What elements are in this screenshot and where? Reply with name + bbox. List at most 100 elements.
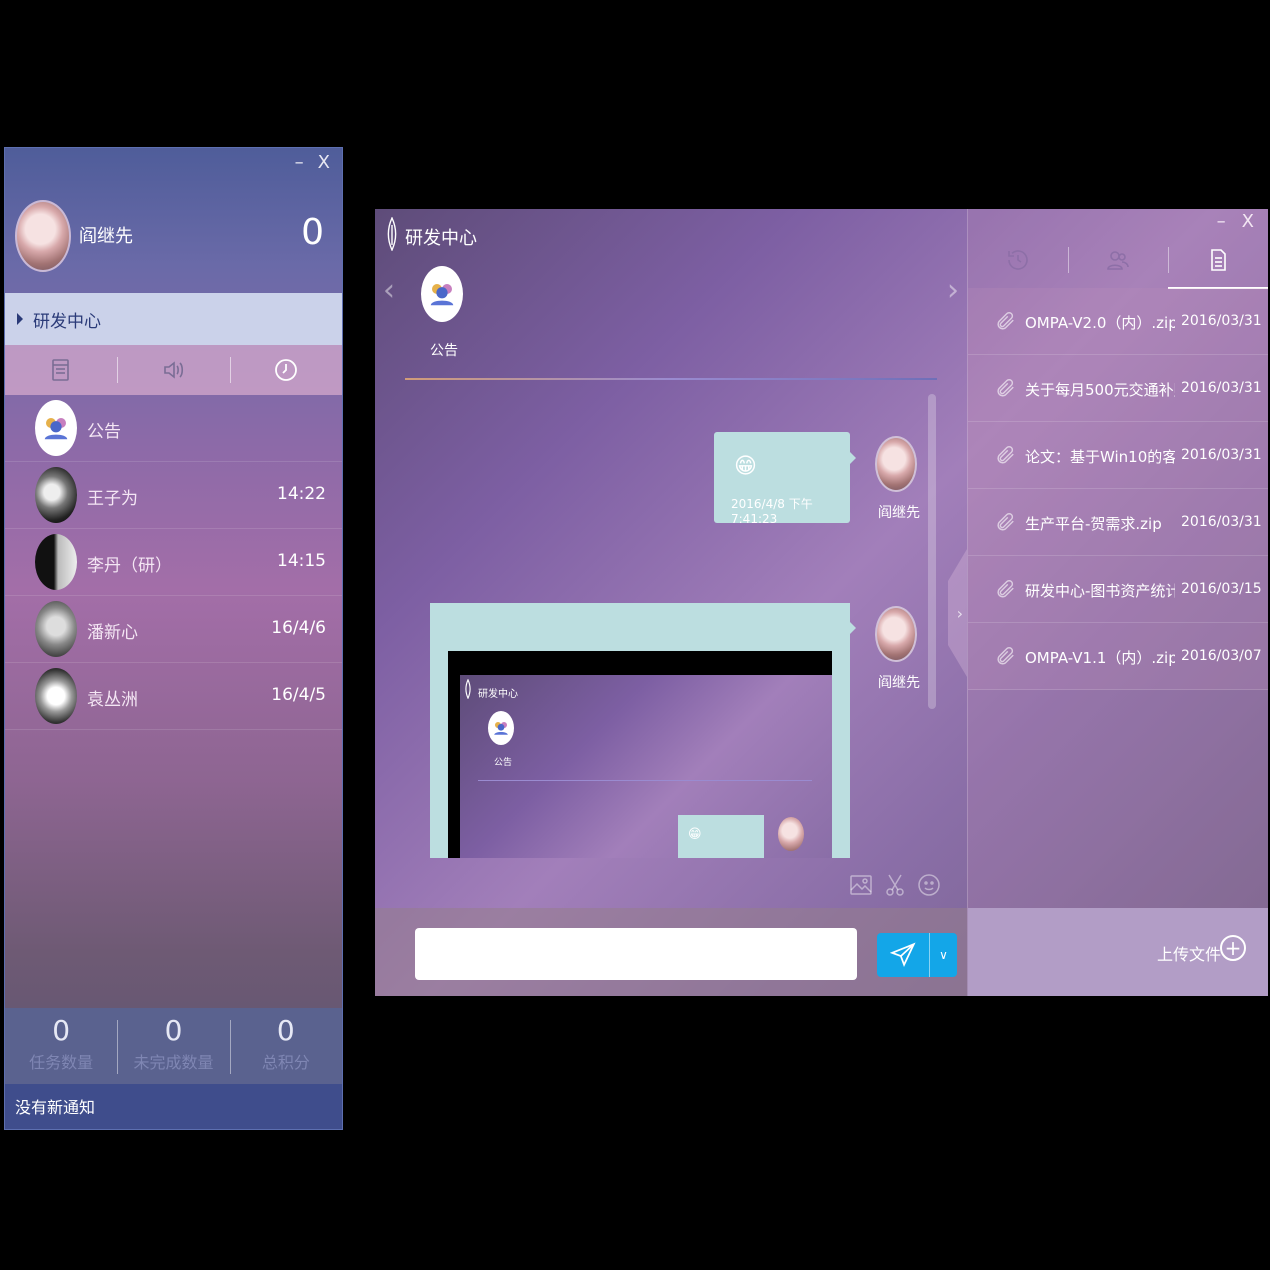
- side-tab-bar: [968, 231, 1268, 289]
- send-options-dropdown[interactable]: ∨: [929, 933, 957, 977]
- window-controls: – X: [1217, 211, 1254, 232]
- list-item[interactable]: 李丹（研） 14:15: [5, 529, 342, 596]
- stat-tasks[interactable]: 0 任务数量: [5, 1008, 117, 1084]
- file-name: 关于每月500元交通补贴...: [1025, 381, 1175, 399]
- file-item[interactable]: 研发中心-图书资产统计... 2016/03/15: [968, 556, 1268, 623]
- contact-name: 公告: [87, 422, 121, 442]
- message-image-bubble[interactable]: 研发中心 公告 😁: [430, 603, 850, 858]
- avatar: [778, 817, 804, 851]
- send-main[interactable]: [877, 933, 929, 977]
- chat-title: 研发中心: [405, 228, 477, 249]
- file-item[interactable]: OMPA-V1.1（内）.zip 2016/03/07: [968, 623, 1268, 690]
- close-button[interactable]: X: [318, 152, 330, 173]
- notification-bar[interactable]: 没有新通知: [5, 1084, 342, 1129]
- screenshot-content: 研发中心 公告 😁: [460, 675, 832, 858]
- avatar: [35, 534, 77, 590]
- preview-title: 研发中心: [478, 689, 518, 700]
- group-users-icon: [494, 722, 508, 735]
- list-item[interactable]: 公告: [5, 395, 342, 462]
- upload-bar: 上传文件 +: [968, 908, 1268, 996]
- prev-arrow-icon[interactable]: ‹: [383, 273, 395, 308]
- message-scrollbar[interactable]: [928, 394, 936, 709]
- sender-name: 阎继先: [878, 675, 920, 691]
- preview-announcement-label: 公告: [494, 758, 513, 768]
- window-controls: – X: [295, 152, 330, 173]
- tab-history[interactable]: [968, 231, 1068, 289]
- file-name: 生产平台-贺需求.zip: [1025, 515, 1162, 533]
- file-date: 2016/03/07: [1181, 648, 1262, 664]
- document-icon: [1211, 249, 1226, 271]
- profile-score: 0: [301, 212, 324, 253]
- list-item[interactable]: 潘新心 16/4/6: [5, 596, 342, 663]
- file-item[interactable]: 论文：基于Win10的客... 2016/03/31: [968, 422, 1268, 489]
- tab-recent[interactable]: [229, 345, 342, 395]
- tab-files[interactable]: [1168, 231, 1268, 289]
- contact-time: 16/4/5: [271, 685, 326, 705]
- members-icon: [1107, 251, 1129, 270]
- send-button[interactable]: ∨: [877, 933, 957, 977]
- avatar: [35, 467, 77, 523]
- clock-icon: [274, 359, 297, 381]
- profile-name: 阎继先: [79, 226, 133, 247]
- minimize-button[interactable]: –: [295, 152, 304, 173]
- plus-circle-icon[interactable]: +: [1220, 935, 1246, 961]
- screenshot-image: 研发中心 公告 😁: [448, 651, 832, 858]
- file-item[interactable]: 生产平台-贺需求.zip 2016/03/31: [968, 489, 1268, 556]
- stat-unfinished[interactable]: 0 未完成数量: [117, 1008, 229, 1084]
- paperclip-icon: [997, 446, 1014, 464]
- book-icon: [52, 359, 69, 381]
- file-list: OMPA-V2.0（内）.zip 2016/03/31 关于每月500元交通补贴…: [968, 288, 1268, 690]
- stat-value: 0: [52, 1014, 71, 1047]
- preview-divider: [478, 780, 812, 781]
- stat-value: 0: [276, 1014, 295, 1047]
- message-bubble[interactable]: 😁 2016/4/8 下午7:41:23: [714, 432, 850, 526]
- message-input[interactable]: [415, 928, 857, 980]
- paperclip-icon: [997, 580, 1014, 598]
- stat-points[interactable]: 0 总积分: [229, 1008, 342, 1084]
- file-name: 论文：基于Win10的客...: [1025, 448, 1175, 466]
- paperclip-icon: [997, 379, 1014, 397]
- list-item[interactable]: 袁丛洲 16/4/5: [5, 663, 342, 730]
- tab-book[interactable]: [5, 345, 117, 395]
- next-arrow-icon[interactable]: ›: [947, 273, 959, 308]
- avatar[interactable]: [875, 436, 917, 492]
- list-item[interactable]: 王子为 14:22: [5, 462, 342, 529]
- smiley-icon[interactable]: [917, 873, 941, 897]
- announcement-avatar: [35, 400, 77, 456]
- minimize-button[interactable]: –: [1217, 211, 1226, 232]
- bubble-tail: [850, 452, 856, 464]
- announcement-button[interactable]: [421, 266, 463, 322]
- file-name: OMPA-V1.1（内）.zip: [1025, 649, 1175, 667]
- chat-area: 研发中心 ‹ › 公告 😁 2016/4/8 下午7:41:23 阎继先 研发中…: [375, 209, 967, 996]
- tab-members[interactable]: [1068, 231, 1168, 289]
- avatar[interactable]: [15, 200, 71, 272]
- left-tab-bar: [5, 345, 342, 395]
- image-icon[interactable]: [849, 873, 873, 897]
- send-icon: [890, 942, 916, 967]
- file-item[interactable]: 关于每月500元交通补贴... 2016/03/31: [968, 355, 1268, 422]
- close-button[interactable]: X: [1242, 211, 1254, 232]
- group-header[interactable]: 研发中心: [5, 293, 342, 345]
- upload-label[interactable]: 上传文件: [1157, 941, 1221, 965]
- file-item[interactable]: OMPA-V2.0（内）.zip 2016/03/31: [968, 288, 1268, 355]
- contact-time: 16/4/6: [271, 618, 326, 638]
- preview-bubble: 😁: [678, 815, 764, 858]
- scissors-icon[interactable]: [883, 873, 907, 897]
- avatar[interactable]: [875, 606, 917, 662]
- tab-speaker[interactable]: [117, 345, 229, 395]
- paperclip-icon: [997, 513, 1014, 531]
- app-logo-icon: [465, 679, 471, 699]
- grin-emoji-icon: 😁: [734, 454, 757, 479]
- contact-name: 王子为: [87, 489, 138, 509]
- avatar: [35, 668, 77, 724]
- contact-time: 14:22: [277, 484, 326, 504]
- avatar: [35, 601, 77, 657]
- app-logo-icon: [387, 217, 397, 251]
- chat-window: 研发中心 ‹ › 公告 😁 2016/4/8 下午7:41:23 阎继先 研发中…: [375, 209, 1268, 996]
- stats-bar: 0 任务数量 0 未完成数量 0 总积分: [5, 1008, 342, 1084]
- input-bar: ∨: [375, 908, 967, 996]
- group-users-icon: [430, 284, 454, 306]
- paperclip-icon: [997, 647, 1014, 665]
- expand-triangle-icon: [17, 313, 23, 325]
- contact-name: 潘新心: [87, 623, 138, 643]
